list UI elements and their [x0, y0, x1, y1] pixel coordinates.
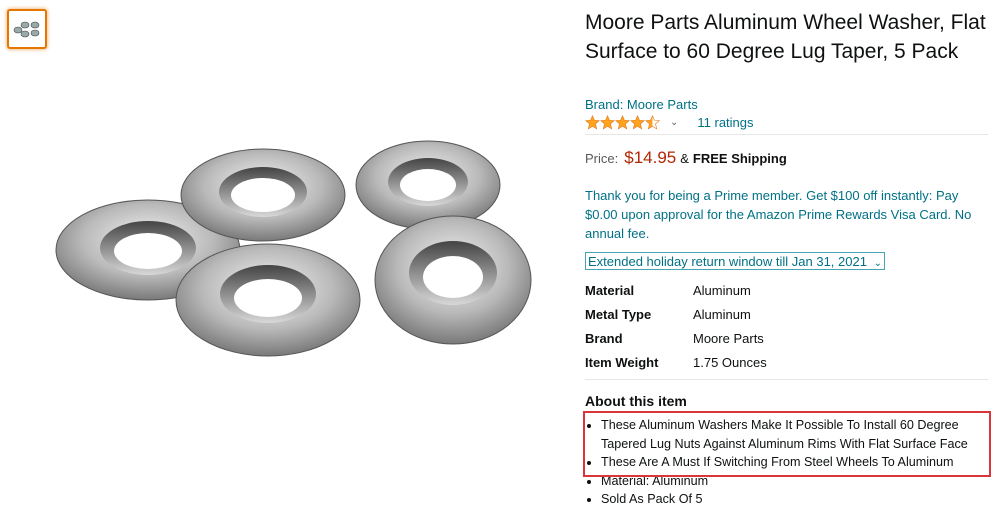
product-main-image[interactable] [48, 130, 568, 380]
product-thumbnail[interactable] [7, 9, 47, 49]
spec-row: Item Weight 1.75 Ounces [585, 350, 767, 374]
spec-value: Aluminum [693, 306, 751, 322]
divider [585, 134, 988, 135]
about-bullets: These Aluminum Washers Make It Possible … [585, 416, 1000, 509]
spec-value: Moore Parts [693, 330, 764, 346]
about-heading: About this item [585, 393, 687, 409]
rating-row: ⌄ 11 ratings [585, 115, 754, 130]
star-full-icon [600, 115, 615, 130]
price-value: $14.95 [624, 148, 677, 167]
ratings-count-link[interactable]: 11 ratings [697, 115, 753, 130]
price-label: Price: [585, 151, 619, 166]
spec-row: Metal Type Aluminum [585, 302, 767, 326]
star-full-icon [630, 115, 645, 130]
washer-thumbnail-icon [13, 21, 40, 38]
spec-key: Brand [585, 330, 623, 346]
return-window-label: Extended holiday return window till Jan … [588, 254, 867, 269]
return-window-dropdown[interactable]: Extended holiday return window till Jan … [585, 252, 885, 270]
chevron-down-icon: ⌄ [873, 258, 882, 269]
product-title: Moore Parts Aluminum Wheel Washer, Flat … [585, 11, 986, 63]
washer-2 [180, 148, 346, 242]
about-bullet: Material: Aluminum [601, 472, 1000, 491]
washer-3 [355, 140, 501, 230]
star-rating[interactable] [585, 115, 660, 130]
price-amp: & [680, 151, 689, 166]
about-bullet: These Aluminum Washers Make It Possible … [601, 416, 1000, 453]
spec-row: Brand Moore Parts [585, 326, 767, 350]
star-full-icon [585, 115, 600, 130]
chevron-down-icon[interactable]: ⌄ [670, 117, 678, 128]
product-specs-table: Material Aluminum Metal Type Aluminum Br… [585, 278, 767, 374]
washer-4 [175, 243, 361, 357]
free-shipping-label: FREE Shipping [692, 151, 787, 166]
spec-value: Aluminum [693, 282, 751, 298]
spec-key: Item Weight [585, 354, 659, 370]
star-full-icon [615, 115, 630, 130]
spec-key: Metal Type [585, 306, 652, 322]
divider [585, 379, 988, 380]
price-row: Price: $14.95 & FREE Shipping [585, 148, 787, 168]
brand-link[interactable]: Brand: Moore Parts [585, 97, 698, 112]
spec-row: Material Aluminum [585, 278, 767, 302]
about-bullet: These Are A Must If Switching From Steel… [601, 453, 1000, 472]
prime-card-offer[interactable]: Thank you for being a Prime member. Get … [585, 186, 990, 243]
washer-5 [374, 215, 532, 345]
star-half-icon [645, 115, 660, 130]
spec-value: 1.75 Ounces [693, 354, 767, 370]
about-bullet: Sold As Pack Of 5 [601, 490, 1000, 509]
spec-key: Material [585, 282, 635, 298]
